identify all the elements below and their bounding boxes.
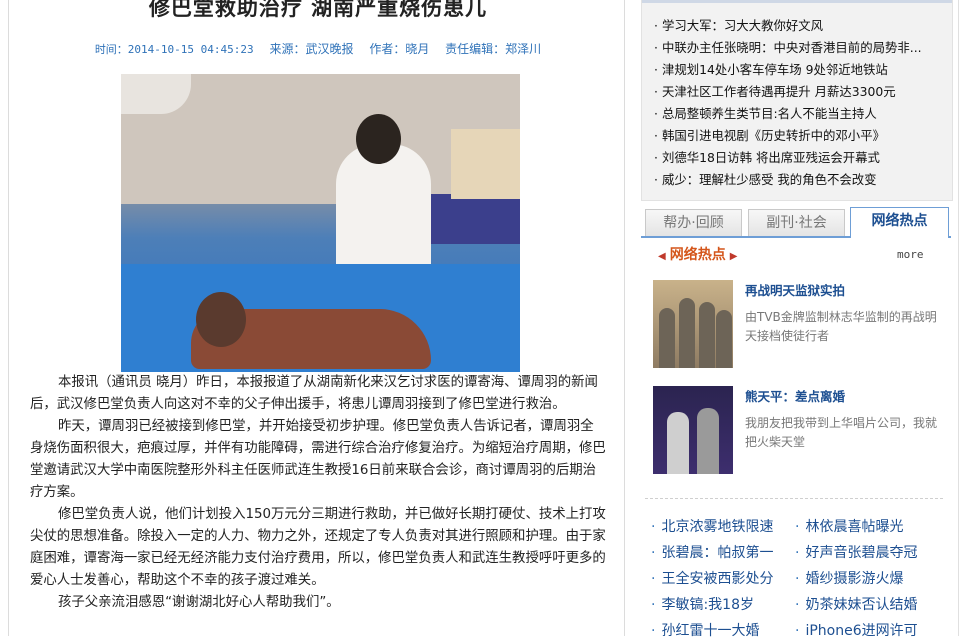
article-paragraph: 本报讯（通讯员 晓月）昨日，本报报道了从湖南新化来汉乞讨求医的谭寄海、谭周羽的新… (30, 375, 598, 412)
top-news-list: 学习大军：习大大教你好文风 中联办主任张晓明：中央对香港目前的局势非... 津规… (654, 15, 922, 191)
news-box-topbar (642, 0, 952, 3)
thumbnail-background (653, 386, 733, 474)
thumbnail-figure (667, 412, 689, 474)
thumbnail-figure (679, 298, 695, 368)
publish-time: 时间：2014-10-15 04:45:23 (94, 43, 254, 56)
thumbnail-figure (716, 310, 732, 368)
article-source[interactable]: 来源：武汉晚报 (269, 42, 353, 56)
arrow-right-icon: ▶ (729, 251, 738, 262)
section-title: 网络热点 (669, 247, 726, 263)
news-link[interactable]: 津规划14处小客车停车场 9处邻近地铁站 (654, 59, 922, 81)
feature-description: 由TVB金牌监制林志华监制的再战明天接档使徒行者 (745, 310, 937, 343)
top-news-box: 学习大军：习大大教你好文风 中联办主任张晓明：中央对香港目前的局势非... 津规… (641, 0, 953, 201)
news-link[interactable]: 刘德华18日访韩 将出席亚残运会开幕式 (654, 147, 922, 169)
news-link[interactable]: 学习大军：习大大教你好文风 (654, 15, 922, 37)
article-paragraph: 修巴堂负责人说，他们计划投入150万元分三期进行救助，并已做好长期打硬仗、技术上… (30, 507, 606, 588)
arrow-left-icon: ◀ (658, 251, 666, 262)
thumbnail-figure (659, 308, 675, 368)
thumbnail-figure (697, 408, 719, 474)
hot-link[interactable]: 孙红雷十一大婚 (651, 618, 773, 644)
article-editor: 责任编辑：郑泽川 (445, 42, 542, 56)
hot-link[interactable]: 林依晨喜帖曝光 (795, 514, 918, 540)
hot-link[interactable]: 婚纱摄影游火爆 (795, 566, 918, 592)
more-link[interactable]: more (897, 248, 924, 261)
article-author: 作者：晓月 (369, 42, 430, 56)
dashed-divider (645, 498, 943, 499)
sidebar-tabs: 帮办·回顾 副刊·社会 网络热点 (641, 207, 951, 238)
feature-thumbnail[interactable] (653, 280, 733, 368)
news-link[interactable]: 韩国引进电视剧《历史转折中的邓小平》 (654, 125, 922, 147)
column-divider (624, 0, 625, 636)
feature-thumbnail[interactable] (653, 386, 733, 474)
thumbnail-figure (699, 302, 715, 368)
feature-item[interactable]: 再战明天监狱实拍 由TVB金牌监制林志华监制的再战明天接档使徒行者 (653, 280, 953, 376)
photo-supplies (451, 129, 520, 199)
news-link[interactable]: 威少：理解杜少感受 我的角色不会改变 (654, 169, 922, 191)
hot-list-left: 北京浓雾地铁限速 张碧晨：帕叔第一 王全安被西影处分 李敏镐:我18岁 孙红雷十… (651, 514, 773, 644)
article-headline: 修巴堂救助治疗 湖南严重烧伤患儿 (148, 0, 488, 20)
feature-title[interactable]: 再战明天监狱实拍 (745, 280, 845, 299)
hot-link[interactable]: 李敏镐:我18岁 (651, 592, 773, 618)
feature-title[interactable]: 熊天平：差点离婚 (745, 386, 845, 405)
hot-link[interactable]: iPhone6进网许可 (795, 618, 917, 644)
left-frame-line (8, 0, 9, 636)
tab-supplement-society[interactable]: 副刊·社会 (748, 209, 845, 236)
hot-link[interactable]: 奶茶妹妹否认结婚 (795, 592, 918, 618)
section-header: ◀ 网络热点 ▶ (654, 244, 741, 264)
news-link[interactable]: 天津社区工作者待遇再提升 月薪达3300元 (654, 81, 922, 103)
article-meta: 时间：2014-10-15 04:45:23 来源：武汉晚报 作者：晓月 责任编… (30, 40, 606, 57)
feature-description: 我朋友把我带到上华唱片公司，我就把火柴天堂 (745, 416, 938, 449)
hot-list-right: 林依晨喜帖曝光 好声音张碧晨夺冠 婚纱摄影游火爆 奶茶妹妹否认结婚 iPhone… (795, 514, 918, 644)
right-frame-line (958, 0, 959, 636)
news-link[interactable]: 中联办主任张晓明：中央对香港目前的局势非... (654, 37, 922, 59)
article-paragraph: 昨天，谭周羽已经被接到修巴堂，并开始接受初步护理。修巴堂负责人告诉记者，谭周羽全… (30, 419, 606, 500)
tab-help-review[interactable]: 帮办·回顾 (645, 209, 742, 236)
tab-internet-hot[interactable]: 网络热点 (850, 207, 949, 238)
article-paragraph: 孩子父亲流泪感恩“谢谢湖北好心人帮助我们”。 (58, 595, 340, 610)
hot-link[interactable]: 王全安被西影处分 (651, 566, 773, 592)
hot-link[interactable]: 好声音张碧晨夺冠 (795, 540, 918, 566)
article-body: 本报讯（通讯员 晓月）昨日，本报报道了从湖南新化来汉乞讨求医的谭寄海、谭周羽的新… (30, 372, 606, 614)
news-link[interactable]: 总局整顿养生类节目:名人不能当主持人 (654, 103, 922, 125)
hot-link[interactable]: 北京浓雾地铁限速 (651, 514, 773, 540)
hot-link[interactable]: 张碧晨：帕叔第一 (651, 540, 773, 566)
feature-item[interactable]: 熊天平：差点离婚 我朋友把我带到上华唱片公司，我就把火柴天堂 (653, 386, 953, 482)
article-photo (121, 74, 520, 372)
photo-patient-head (196, 292, 246, 347)
photo-nurse-head (356, 114, 401, 164)
